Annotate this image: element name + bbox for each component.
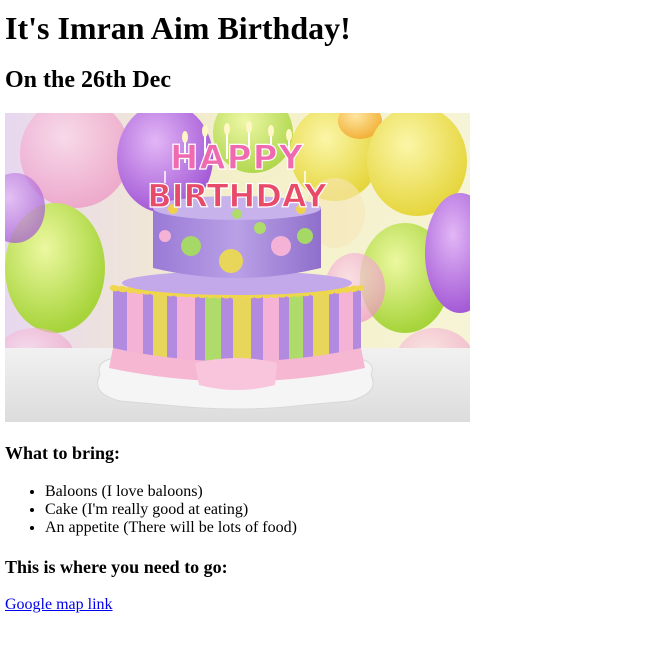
- list-item: An appetite (There will be lots of food): [45, 519, 297, 537]
- list-item: Baloons (I love baloons): [45, 483, 297, 501]
- cake-candle-text-top: HAPPY: [170, 138, 304, 178]
- list-item: Cake (I'm really good at eating): [45, 501, 297, 519]
- page-title: It's Imran Aim Birthday!: [5, 10, 351, 46]
- birthday-cake-image: HAPPY BIRTHDAY: [5, 113, 470, 422]
- page-subtitle: On the 26th Dec: [5, 67, 171, 93]
- cake-candle-text-bottom: BIRTHDAY: [147, 177, 327, 215]
- directions-heading: This is where you need to go:: [5, 557, 228, 577]
- google-map-link[interactable]: Google map link: [5, 595, 113, 615]
- bring-heading: What to bring:: [5, 443, 121, 463]
- bring-list: Baloons (I love baloons) Cake (I'm reall…: [5, 483, 297, 537]
